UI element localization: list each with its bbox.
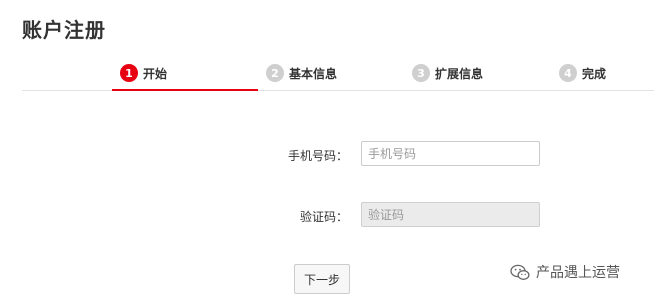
step-label: 完成 [582, 66, 607, 81]
step-complete: 4 完成 [559, 62, 606, 84]
active-step-underline [112, 89, 258, 91]
step-basic-info: 2 基本信息 [266, 62, 337, 84]
step-number-badge: 3 [412, 64, 430, 82]
step-label: 基本信息 [289, 66, 338, 81]
next-step-button[interactable]: 下一步 [294, 264, 350, 294]
step-label: 开始 [143, 66, 168, 81]
step-number-badge: 1 [120, 64, 138, 82]
step-label: 扩展信息 [435, 66, 484, 81]
code-label: 验证码： [299, 210, 348, 224]
step-number-badge: 4 [559, 64, 577, 82]
verification-code-input[interactable] [361, 202, 540, 227]
page-title: 账户注册 [22, 18, 106, 42]
watermark: 产品遇上运营 [510, 262, 620, 282]
phone-label: 手机号码： [287, 149, 348, 163]
step-start: 1 开始 [120, 62, 167, 84]
registration-page: 账户注册 1 开始 2 基本信息 3 扩展信息 4 完成 手机号码： 验证码： … [0, 0, 656, 300]
phone-input[interactable] [361, 141, 540, 166]
step-extended-info: 3 扩展信息 [412, 62, 483, 84]
step-number-badge: 2 [266, 64, 284, 82]
watermark-text: 产品遇上运营 [536, 265, 620, 281]
wechat-icon [510, 264, 530, 280]
